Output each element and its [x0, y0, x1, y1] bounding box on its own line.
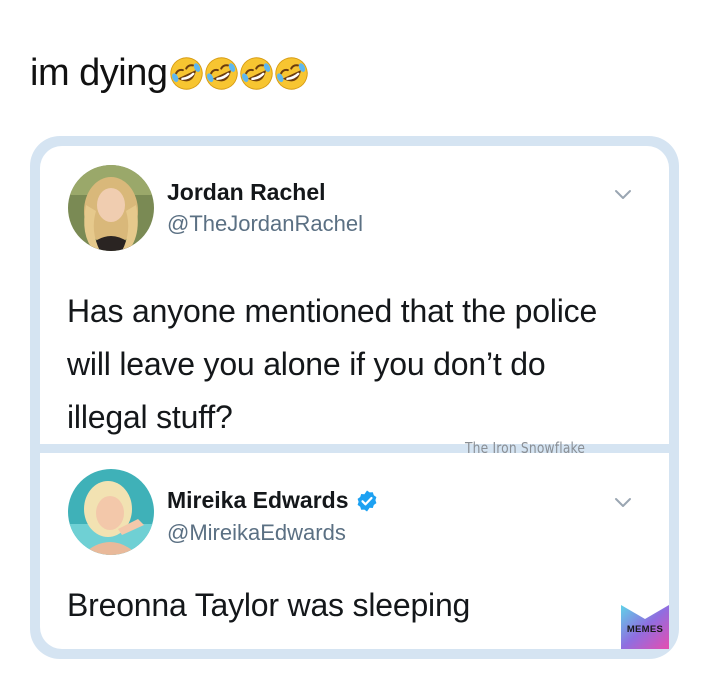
tweet-card[interactable]: Mireika Edwards @MireikaEdwards Breonna …	[40, 453, 669, 649]
verified-badge-icon	[357, 490, 376, 511]
tweet-card[interactable]: Jordan Rachel @TheJordanRachel Has anyon…	[40, 146, 669, 444]
memes-logo: MEMES	[621, 603, 669, 649]
rolling-laughing-emoji-icon	[274, 56, 308, 90]
avatar[interactable]	[68, 469, 154, 555]
chevron-down-icon[interactable]	[613, 188, 633, 202]
profile-photo-icon	[68, 469, 154, 555]
logo-label: MEMES	[626, 624, 664, 635]
author-name-row: Mireika Edwards	[167, 487, 379, 514]
emoji-row	[169, 55, 310, 92]
author-name-row: Jordan Rachel	[167, 179, 326, 206]
display-name[interactable]: Mireika Edwards	[167, 487, 349, 514]
post-caption: im dying	[30, 48, 310, 98]
user-handle[interactable]: @MireikaEdwards	[167, 520, 346, 546]
caption-text: im dying	[30, 51, 168, 94]
rolling-laughing-emoji-icon	[169, 56, 203, 90]
user-handle[interactable]: @TheJordanRachel	[167, 211, 363, 237]
chevron-down-icon[interactable]	[613, 496, 633, 510]
tweet-text: Has anyone mentioned that the police wil…	[67, 293, 598, 435]
rolling-laughing-emoji-icon	[239, 56, 273, 90]
tweet-text: Breonna Taylor was sleeping	[67, 587, 471, 623]
rolling-laughing-emoji-icon	[204, 56, 238, 90]
avatar[interactable]	[68, 165, 154, 251]
profile-photo-icon	[68, 165, 154, 251]
display-name[interactable]: Jordan Rachel	[167, 179, 326, 206]
